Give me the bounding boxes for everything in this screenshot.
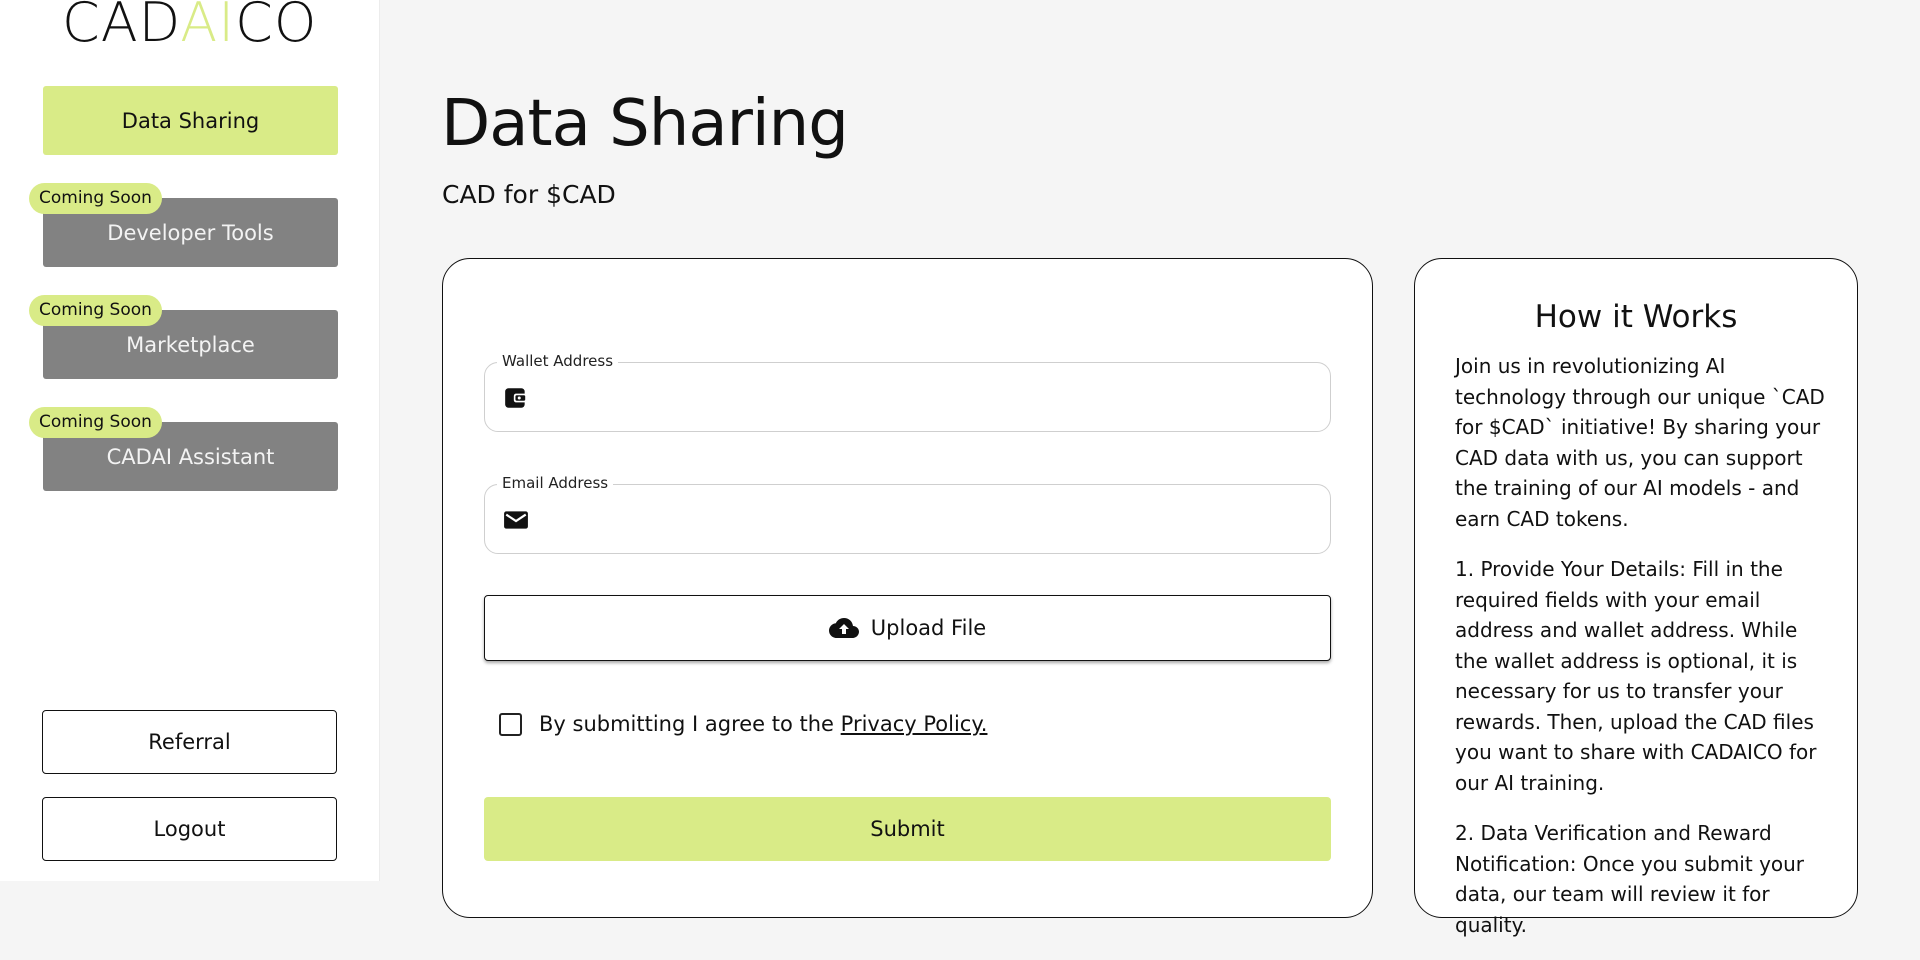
- coming-soon-badge: Coming Soon: [29, 295, 162, 326]
- coming-soon-badge: Coming Soon: [29, 407, 162, 438]
- logo: CADAICO: [62, 0, 322, 46]
- page-subtitle: CAD for $CAD: [442, 180, 616, 209]
- data-sharing-form-card: Wallet Address Email Address Upload File…: [442, 258, 1373, 918]
- wallet-icon: [505, 388, 527, 408]
- info-paragraph: 1. Provide Your Details: Fill in the req…: [1455, 557, 1817, 795]
- logo-text-co: CO: [235, 0, 318, 46]
- logo-text-ai: AI: [180, 0, 236, 46]
- logo-text-cad: CAD: [62, 0, 181, 46]
- how-it-works-title: How it Works: [1534, 299, 1738, 335]
- submit-button[interactable]: Submit: [484, 797, 1331, 861]
- how-it-works-text: Join us in revolutionizing AI technology…: [1455, 351, 1825, 960]
- nav-data-sharing-button[interactable]: Data Sharing: [43, 86, 338, 155]
- upload-file-button[interactable]: Upload File: [484, 595, 1331, 661]
- privacy-policy-link[interactable]: Privacy Policy.: [841, 712, 988, 736]
- page-title: Data Sharing: [441, 87, 849, 161]
- wallet-address-input[interactable]: [547, 373, 1311, 423]
- info-paragraph: 2. Data Verification and Reward Notifica…: [1455, 821, 1805, 937]
- logout-button[interactable]: Logout: [42, 797, 337, 861]
- mail-icon: [504, 511, 528, 529]
- sidebar: CADAICO Data Sharing Coming Soon Develop…: [0, 0, 380, 881]
- consent-checkbox[interactable]: [499, 712, 522, 736]
- email-address-field[interactable]: Email Address: [484, 474, 1331, 554]
- email-address-label: Email Address: [497, 474, 614, 492]
- consent-text: By submitting I agree to the: [539, 712, 834, 736]
- upload-file-label: Upload File: [870, 616, 987, 640]
- how-it-works-card: How it Works Join us in revolutionizing …: [1414, 258, 1858, 937]
- referral-button[interactable]: Referral: [42, 710, 337, 774]
- info-paragraph: Join us in revolutionizing AI technology…: [1455, 354, 1825, 531]
- coming-soon-badge: Coming Soon: [29, 183, 162, 214]
- consent-row: By submitting I agree to the Privacy Pol…: [499, 712, 987, 736]
- wallet-address-field[interactable]: Wallet Address: [484, 352, 1331, 432]
- wallet-address-label: Wallet Address: [497, 352, 619, 370]
- cloud-upload-icon: [828, 618, 859, 638]
- email-address-input[interactable]: [547, 495, 1311, 545]
